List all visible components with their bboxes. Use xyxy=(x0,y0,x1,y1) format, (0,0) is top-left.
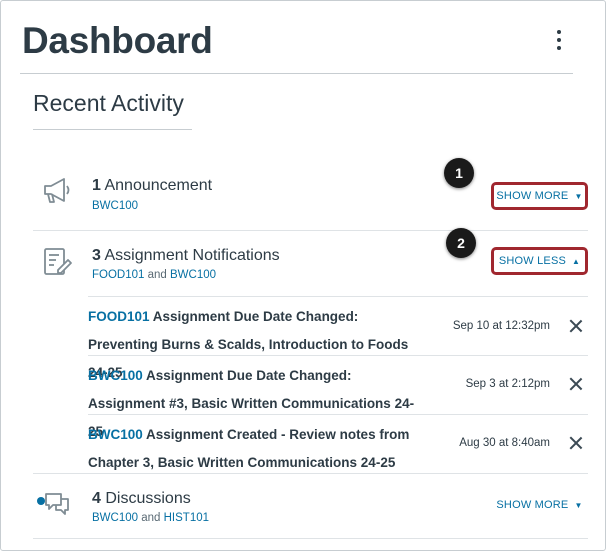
unread-dot-icon xyxy=(37,497,45,505)
course-link[interactable]: BWC100 xyxy=(88,368,143,383)
group-label: Announcement xyxy=(104,177,213,194)
group-count: 1 xyxy=(92,177,101,194)
course-link[interactable]: BWC100 xyxy=(170,269,216,281)
show-more-button[interactable]: SHOW MORE ▼ xyxy=(491,182,588,210)
course-link[interactable]: BWC100 xyxy=(92,200,138,212)
notification-item: FOOD101 Assignment Due Date Changed: Pre… xyxy=(88,296,588,380)
caret-up-icon: ▲ xyxy=(572,256,581,266)
caret-down-icon: ▼ xyxy=(574,191,583,201)
group-label: Discussions xyxy=(105,490,191,507)
close-icon[interactable] xyxy=(568,435,584,451)
group-heading: 1 Announcement xyxy=(92,177,212,195)
show-more-button[interactable]: SHOW MORE ▼ xyxy=(491,491,588,519)
close-icon[interactable] xyxy=(568,376,584,392)
group-count: 4 xyxy=(92,490,101,507)
callout-badge: 1 xyxy=(444,158,474,188)
assignment-icon xyxy=(44,248,72,275)
dashboard-header: Dashboard xyxy=(20,18,573,74)
group-label: Assignment Notifications xyxy=(104,247,280,264)
close-icon[interactable] xyxy=(568,318,584,334)
course-joiner: and xyxy=(147,269,167,281)
notification-item: BWC100 Assignment Due Date Changed: Assi… xyxy=(88,355,588,439)
course-link[interactable]: BWC100 xyxy=(92,512,138,524)
caret-down-icon: ▼ xyxy=(574,500,583,510)
course-link[interactable]: FOOD101 xyxy=(88,309,150,324)
group-divider xyxy=(33,538,588,539)
notification-date: Sep 3 at 2:12pm xyxy=(465,378,550,390)
group-heading: 4 Discussions xyxy=(92,490,191,508)
group-courses: BWC100 and HIST101 xyxy=(92,512,209,524)
toggle-label: SHOW MORE xyxy=(496,499,569,511)
notification-date: Aug 30 at 8:40am xyxy=(459,437,550,449)
group-heading: 3 Assignment Notifications xyxy=(92,247,280,265)
show-less-button[interactable]: SHOW LESS ▲ xyxy=(491,247,588,275)
callout-badge: 2 xyxy=(446,228,476,258)
section-divider xyxy=(33,129,192,130)
group-courses: FOOD101 and BWC100 xyxy=(92,269,216,281)
course-link[interactable]: BWC100 xyxy=(88,427,143,442)
discussion-icon xyxy=(37,493,69,515)
recent-activity-title: Recent Activity xyxy=(33,90,184,116)
notification-item: BWC100 Assignment Created - Review notes… xyxy=(88,414,588,473)
page-title: Dashboard xyxy=(22,20,213,61)
megaphone-icon xyxy=(44,178,70,203)
group-courses: BWC100 xyxy=(92,200,138,212)
notification-text: BWC100 Assignment Created - Review notes… xyxy=(88,421,428,477)
activity-group-assignments: 3 Assignment Notifications FOOD101 and B… xyxy=(33,230,588,294)
activity-group-discussions: 4 Discussions BWC100 and HIST101 SHOW MO… xyxy=(33,474,588,538)
kebab-menu-icon[interactable] xyxy=(547,26,571,54)
course-link[interactable]: FOOD101 xyxy=(92,269,144,281)
course-link[interactable]: HIST101 xyxy=(164,512,209,524)
activity-group-announcement: 1 Announcement BWC100 SHOW MORE ▼ xyxy=(33,164,588,228)
course-joiner: and xyxy=(141,512,161,524)
group-count: 3 xyxy=(92,247,101,264)
toggle-label: SHOW LESS xyxy=(498,255,567,267)
notification-date: Sep 10 at 12:32pm xyxy=(452,320,550,332)
toggle-label: SHOW MORE xyxy=(496,190,569,202)
